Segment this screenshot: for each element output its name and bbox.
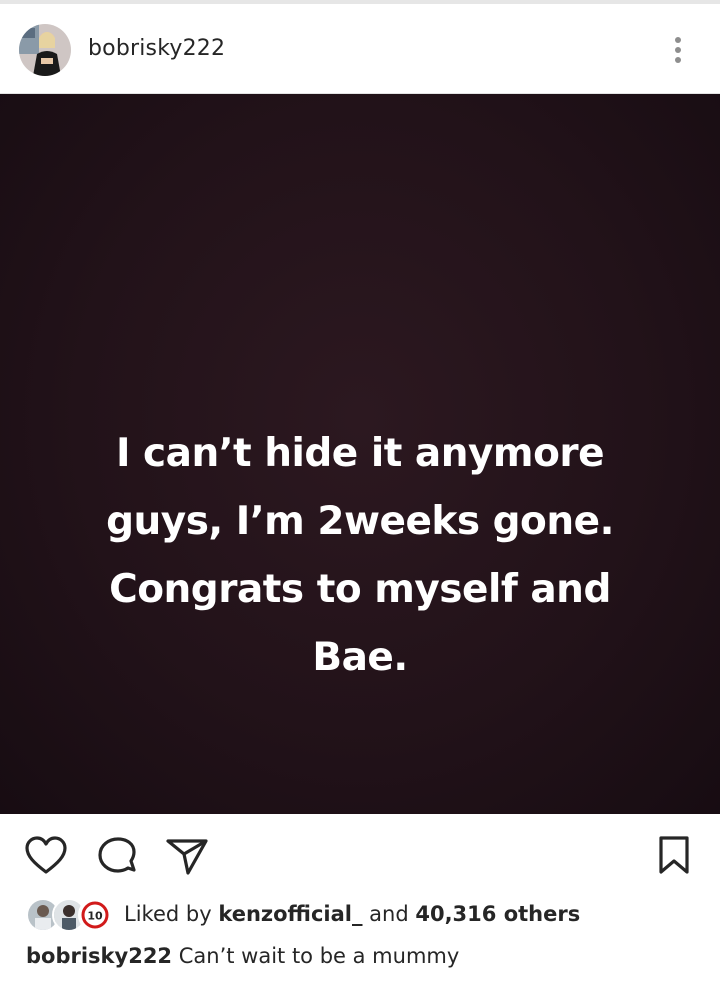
post-image[interactable]: I can’t hide it anymore guys, I’m 2weeks… <box>0 94 720 814</box>
send-icon[interactable] <box>164 835 210 879</box>
avatar[interactable] <box>19 24 71 76</box>
post-image-text: I can’t hide it anymore guys, I’m 2weeks… <box>106 431 614 680</box>
likes-row: 10 Liked by kenzofficial_ and 40,316 oth… <box>26 896 716 932</box>
liker-badge-text: 10 <box>87 910 103 923</box>
comment-icon[interactable] <box>96 836 140 880</box>
likes-prefix: Liked by <box>124 902 219 926</box>
post-username[interactable]: bobrisky222 <box>88 36 225 61</box>
likes-others[interactable]: 40,316 others <box>415 902 580 926</box>
caption: bobrisky222 Can’t wait to be a mummy <box>26 944 459 968</box>
caption-username[interactable]: bobrisky222 <box>26 944 172 968</box>
liker-badge: 10 <box>78 898 112 932</box>
likes-and: and <box>362 902 416 926</box>
first-liker[interactable]: kenzofficial_ <box>218 902 362 926</box>
caption-text: Can’t wait to be a mummy <box>178 944 460 968</box>
bookmark-icon[interactable] <box>656 834 692 878</box>
heart-icon[interactable] <box>24 834 68 878</box>
more-options-icon[interactable] <box>664 32 692 68</box>
likes-summary[interactable]: Liked by kenzofficial_ and 40,316 others <box>124 902 580 926</box>
post-header: bobrisky222 <box>0 4 720 94</box>
